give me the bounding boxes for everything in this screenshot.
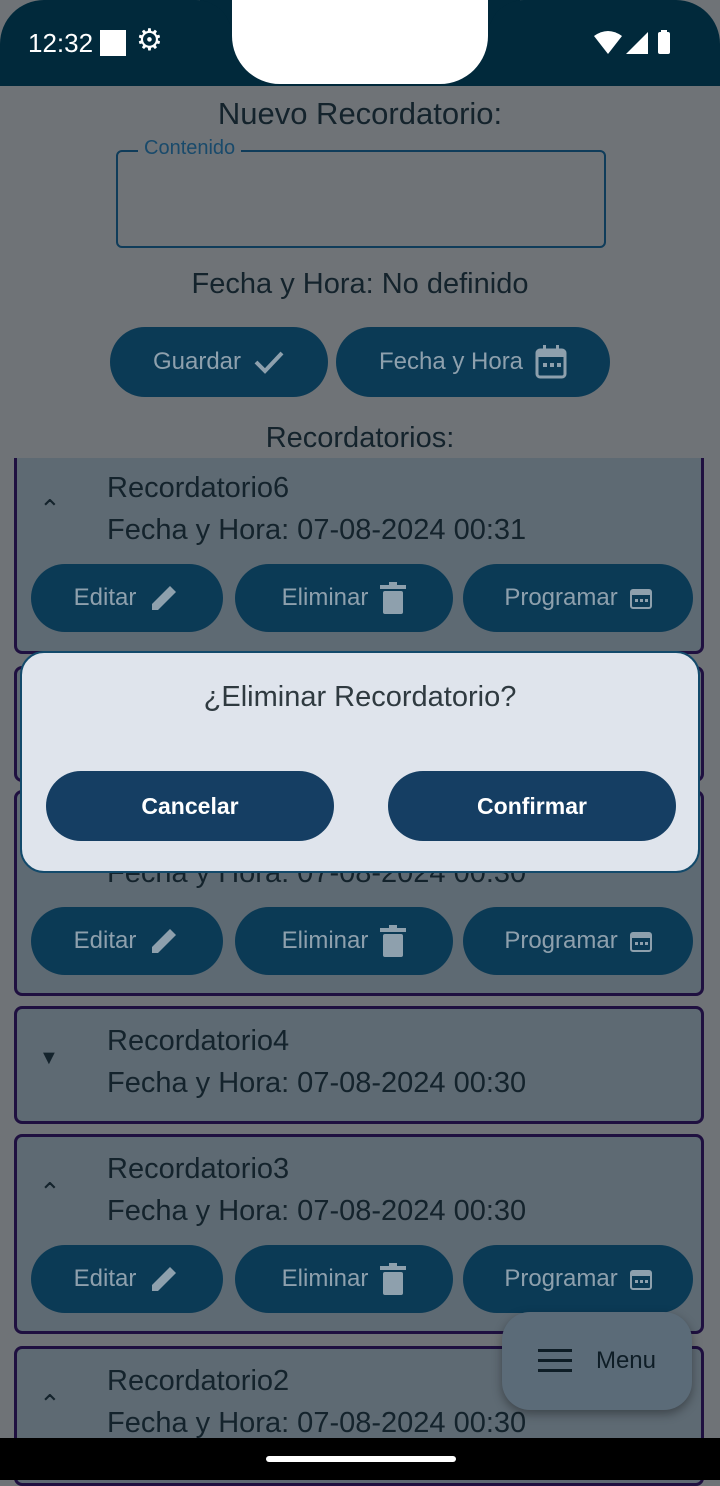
confirm-button[interactable]: Confirmar [388, 771, 676, 841]
reminder-datetime: Fecha y Hora: 07-08-2024 00:30 [107, 1407, 527, 1439]
calendar-icon [535, 345, 567, 379]
system-icons [592, 30, 676, 56]
content-label: Contenido [138, 137, 242, 160]
battery-icon [658, 32, 670, 54]
delete-button[interactable]: Eliminar [235, 1245, 453, 1313]
edit-label: Editar [73, 584, 137, 611]
reminder-card: ⌃ Recordatorio3 Fecha y Hora: 07-08-2024… [14, 1134, 704, 1334]
pencil-icon [148, 925, 180, 957]
calendar-icon [629, 930, 652, 952]
reminder-title: Recordatorio6 [107, 472, 290, 504]
chevron-up-icon[interactable]: ⌃ [39, 1389, 61, 1420]
edit-label: Editar [73, 927, 137, 954]
datetime-button-label: Fecha y Hora [378, 348, 524, 375]
delete-button[interactable]: Eliminar [235, 564, 453, 632]
dialog-title: ¿Eliminar Recordatorio? [203, 681, 517, 713]
schedule-label: Programar [504, 1265, 618, 1292]
check-icon [253, 349, 285, 375]
trash-icon [380, 925, 407, 957]
navigation-bar [0, 1438, 720, 1480]
list-title: Recordatorios: [265, 422, 455, 454]
status-bar: 12:32 ⚙ [0, 0, 720, 86]
content-input[interactable] [116, 150, 606, 248]
square-icon [100, 30, 126, 56]
reminder-title: Recordatorio2 [107, 1365, 290, 1397]
page-title: Nuevo Recordatorio: [217, 96, 503, 131]
pencil-icon [148, 582, 180, 614]
signal-icon [626, 32, 648, 54]
reminder-datetime: Fecha y Hora: 07-08-2024 00:31 [107, 514, 527, 546]
gear-icon: ⚙ [136, 24, 163, 57]
schedule-button[interactable]: Programar [463, 907, 693, 975]
schedule-button[interactable]: Programar [463, 1245, 693, 1313]
edit-button[interactable]: Editar [31, 907, 223, 975]
menu-label: Menu [595, 1347, 657, 1374]
trash-icon [380, 582, 407, 614]
schedule-label: Programar [504, 927, 618, 954]
hamburger-icon [537, 1349, 572, 1373]
caret-down-icon[interactable]: ▼ [39, 1047, 59, 1070]
home-handle[interactable] [266, 1456, 456, 1462]
delete-label: Eliminar [281, 927, 369, 954]
reminder-datetime: Fecha y Hora: 07-08-2024 00:30 [107, 1067, 527, 1099]
reminder-datetime: Fecha y Hora: 07-08-2024 00:30 [107, 1195, 527, 1227]
datetime-button[interactable]: Fecha y Hora [336, 327, 610, 397]
reminder-card: ▼ Recordatorio4 Fecha y Hora: 07-08-2024… [14, 1006, 704, 1124]
save-button[interactable]: Guardar [110, 327, 328, 397]
calendar-icon [629, 1268, 652, 1290]
pencil-icon [148, 1263, 180, 1295]
save-label: Guardar [152, 348, 242, 375]
datetime-status: Fecha y Hora: No definido [191, 268, 529, 300]
chevron-up-icon[interactable]: ⌃ [39, 494, 61, 525]
reminder-card: ⌃ Recordatorio6 Fecha y Hora: 07-08-2024… [14, 458, 704, 654]
edit-button[interactable]: Editar [31, 1245, 223, 1313]
wifi-icon [594, 31, 622, 54]
schedule-button[interactable]: Programar [463, 564, 693, 632]
reminder-title: Recordatorio4 [107, 1025, 290, 1057]
edit-button[interactable]: Editar [31, 564, 223, 632]
cancel-button[interactable]: Cancelar [46, 771, 334, 841]
delete-button[interactable]: Eliminar [235, 907, 453, 975]
trash-icon [380, 1263, 407, 1295]
calendar-icon [629, 587, 652, 609]
edit-label: Editar [73, 1265, 137, 1292]
delete-confirm-dialog: ¿Eliminar Recordatorio? Cancelar Confirm… [20, 651, 700, 873]
chevron-up-icon[interactable]: ⌃ [39, 1177, 61, 1208]
menu-fab[interactable]: Menu [502, 1312, 692, 1410]
clock: 12:32 [28, 28, 94, 58]
delete-label: Eliminar [281, 584, 369, 611]
camera-notch [232, 0, 488, 84]
schedule-label: Programar [504, 584, 618, 611]
delete-label: Eliminar [281, 1265, 369, 1292]
reminder-title: Recordatorio3 [107, 1153, 290, 1185]
